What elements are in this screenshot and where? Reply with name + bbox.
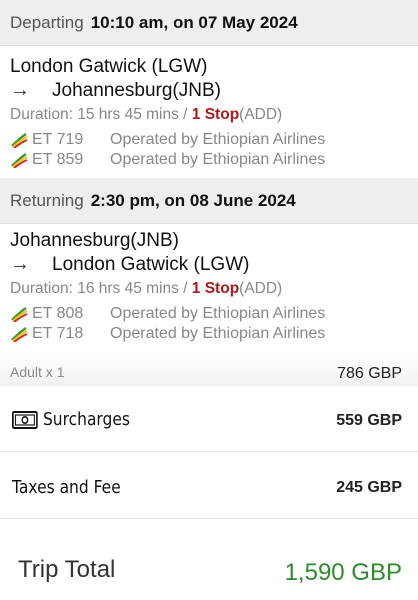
returning-header: Returning 2:30 pm, on 08 June 2024	[0, 178, 418, 224]
ethiopian-airlines-logo-icon	[11, 153, 28, 168]
departing-destination-line: → Johannesburg(JNB)	[10, 78, 221, 103]
trip-total-value: 1,590 GBP	[284, 559, 402, 586]
ethiopian-airlines-logo-icon	[11, 327, 28, 342]
flight-operator: Operated by Ethiopian Airlines	[110, 131, 326, 148]
adult-value: 786 GBP	[337, 365, 402, 382]
returning-duration: Duration: 16 hrs 45 mins / 1 Stop(ADD)	[10, 280, 282, 298]
trip-total-label: Trip Total	[18, 556, 116, 583]
departing-label: Departing	[10, 12, 84, 32]
taxes-row: Taxes and Fee 245 GBP	[0, 468, 418, 508]
departing-stops: 1 Stop	[191, 106, 240, 123]
arrow-right-icon: →	[10, 79, 30, 101]
taxes-value: 245 GBP	[336, 479, 402, 496]
returning-origin: Johannesburg(JNB)	[10, 230, 179, 251]
returning-label: Returning	[10, 190, 84, 210]
surcharges-label: Surcharges	[42, 409, 130, 430]
divider	[0, 451, 418, 452]
cash-icon	[12, 411, 38, 429]
departing-destination: Johannesburg(JNB)	[52, 80, 221, 101]
ethiopian-airlines-logo-icon	[11, 133, 28, 148]
departing-stop-code: (ADD)	[239, 106, 283, 123]
flight-row: ET 719 Operated by Ethiopian Airlines	[10, 131, 325, 149]
surcharges-row: Surcharges 559 GBP	[0, 400, 418, 444]
surcharges-value: 559 GBP	[336, 412, 402, 429]
taxes-label: Taxes and Fee	[12, 477, 121, 498]
flight-row: ET 808 Operated by Ethiopian Airlines	[10, 305, 325, 323]
flight-number: ET 718	[32, 325, 84, 342]
returning-stops: 1 Stop	[191, 280, 240, 297]
arrow-right-icon: →	[10, 253, 30, 275]
flight-row: ET 718 Operated by Ethiopian Airlines	[10, 325, 325, 343]
divider	[0, 518, 418, 519]
returning-duration-text: Duration: 16 hrs 45 mins /	[10, 280, 188, 297]
flight-number: ET 719	[32, 131, 84, 148]
departing-duration: Duration: 15 hrs 45 mins / 1 Stop(ADD)	[10, 106, 282, 124]
returning-datetime: 2:30 pm, on 08 June 2024	[90, 190, 296, 210]
ethiopian-airlines-logo-icon	[11, 307, 28, 322]
departing-datetime: 10:10 am, on 07 May 2024	[90, 12, 298, 32]
returning-destination-line: → London Gatwick (LGW)	[10, 252, 249, 277]
flight-operator: Operated by Ethiopian Airlines	[110, 151, 326, 168]
departing-origin: London Gatwick (LGW)	[10, 56, 208, 77]
returning-stop-code: (ADD)	[239, 280, 283, 297]
flight-operator: Operated by Ethiopian Airlines	[110, 305, 326, 322]
flight-row: ET 859 Operated by Ethiopian Airlines	[10, 151, 325, 169]
departing-header: Departing 10:10 am, on 07 May 2024	[0, 0, 418, 46]
flight-number: ET 808	[32, 305, 84, 322]
flight-number: ET 859	[32, 151, 84, 168]
surcharges-label-wrap: Surcharges	[12, 409, 130, 430]
adult-label: Adult x 1	[10, 364, 65, 380]
flight-operator: Operated by Ethiopian Airlines	[110, 325, 326, 342]
adult-fare-row: Adult x 1 786 GBP	[0, 356, 418, 386]
departing-duration-text: Duration: 15 hrs 45 mins /	[10, 106, 188, 123]
returning-destination: London Gatwick (LGW)	[52, 254, 250, 275]
